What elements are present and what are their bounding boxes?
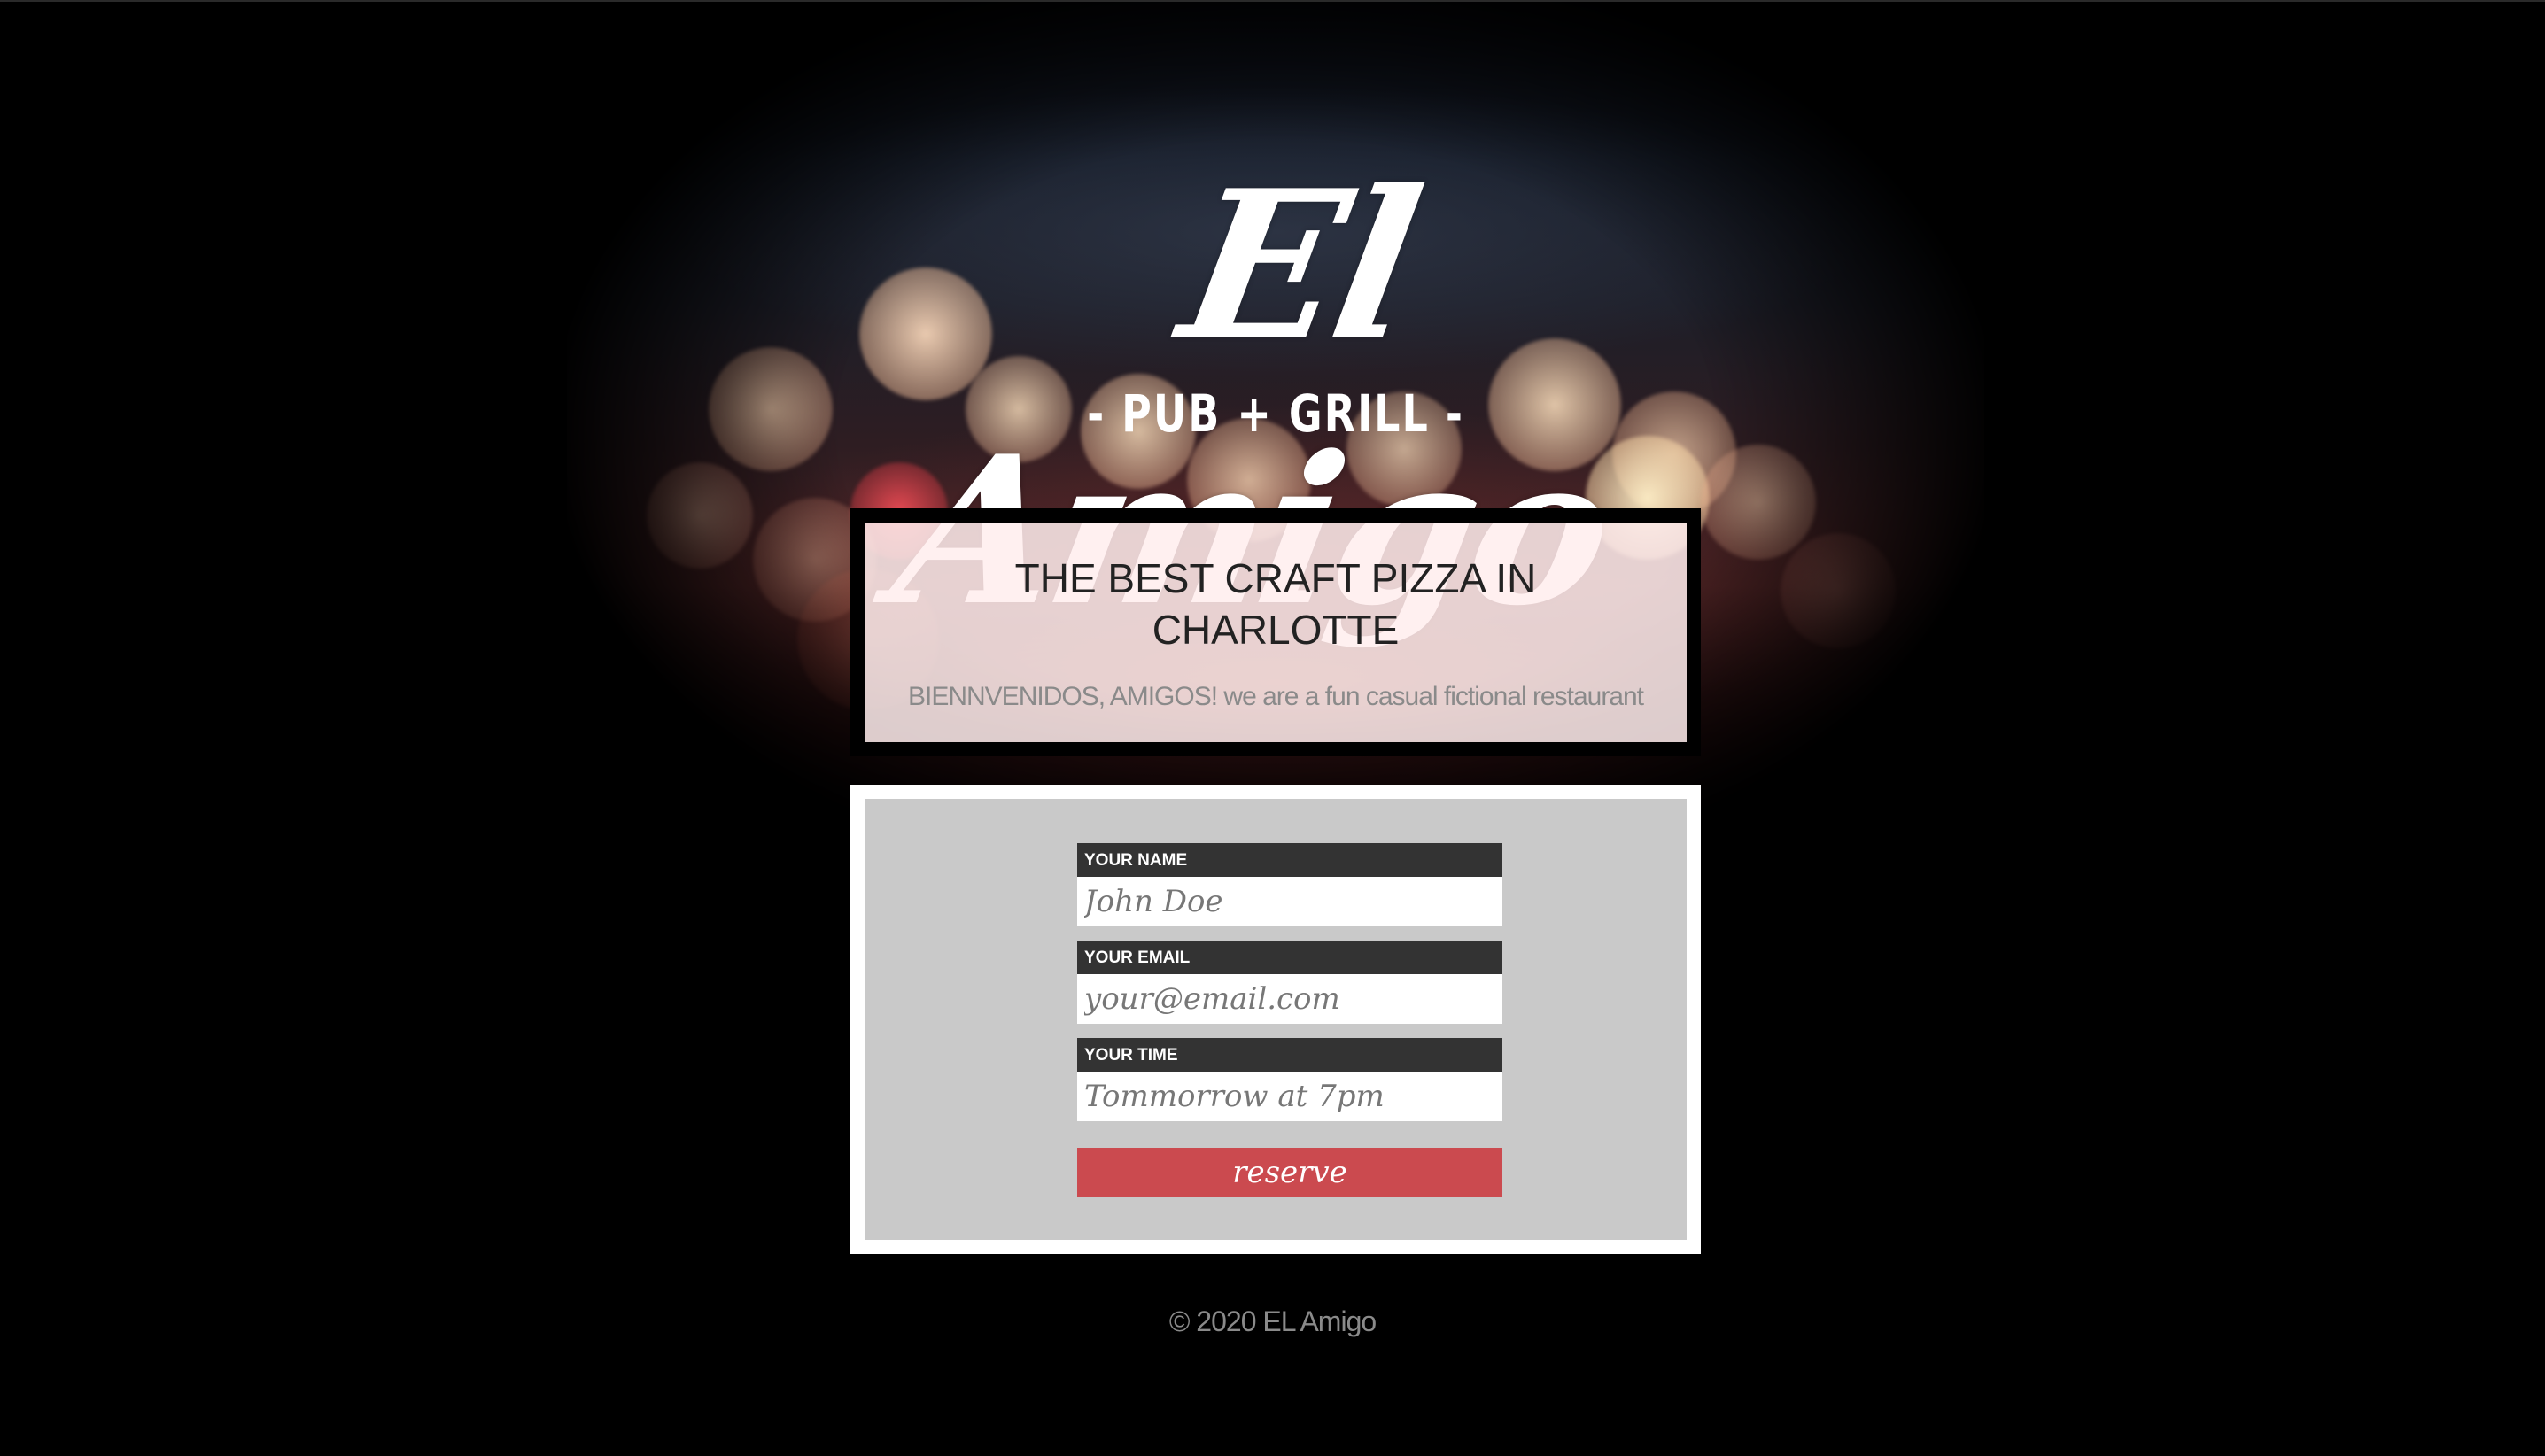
intro-box: THE BEST CRAFT PIZZA IN CHARLOTTE BIENNV… [850,508,1701,756]
reserve-button[interactable]: reserve [1077,1148,1502,1197]
bokeh-light [647,462,753,569]
time-field-group: YOUR TIME [1077,1038,1502,1121]
logo-subtitle: - PUB + GRILL - [1087,383,1464,444]
email-input[interactable] [1077,974,1502,1024]
intro-title: THE BEST CRAFT PIZZA IN CHARLOTTE [1014,555,1537,653]
email-field-group: YOUR EMAIL [1077,941,1502,1024]
email-field-label: YOUR EMAIL [1077,941,1502,974]
bokeh-light [1701,445,1816,560]
site-logo: El Amigo - PUB + GRILL - [868,133,1683,651]
bokeh-light [1781,533,1896,648]
footer-copyright: © 2020 EL Amigo [1168,1305,1377,1337]
reservation-form: YOUR NAME YOUR EMAIL YOUR TIME reserve [850,785,1701,1254]
time-field-label: YOUR TIME [1077,1038,1502,1072]
bokeh-light [709,347,833,471]
time-input[interactable] [1077,1072,1502,1121]
name-input[interactable] [1077,877,1502,926]
name-field-label: YOUR NAME [1077,843,1502,877]
intro-text: BIENNVENIDOS, AMIGOS! we are a fun casua… [907,682,1644,711]
name-field-group: YOUR NAME [1077,843,1502,926]
